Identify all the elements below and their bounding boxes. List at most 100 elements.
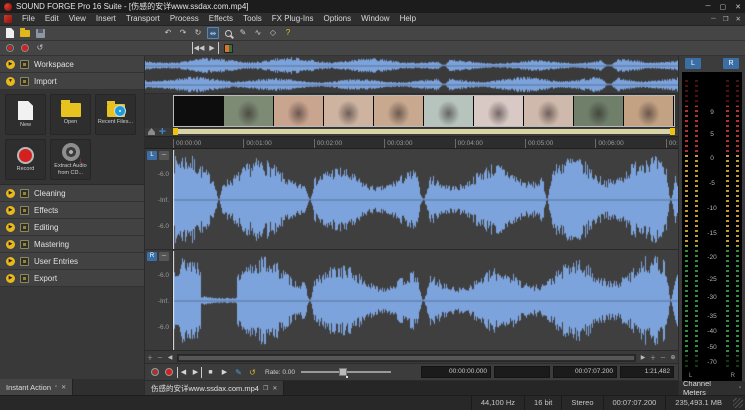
instant-action-tab[interactable]: Instant Action ▫ ✕ (0, 379, 73, 395)
minimize-icon[interactable]: ─ (706, 3, 711, 11)
restore-icon[interactable]: ❐ (263, 385, 268, 392)
redo-button[interactable]: ↷ (177, 27, 189, 39)
loop-region-bar[interactable] (173, 129, 675, 134)
record-button[interactable] (19, 42, 31, 54)
menu-item-process[interactable]: Process (165, 13, 204, 25)
document-tab[interactable]: 伤感的安详www.ssdax.com.mp4 ❐ ✕ (145, 381, 284, 395)
total-length-field[interactable]: 00:07:07.200 (553, 366, 617, 378)
rate-slider-handle[interactable] (339, 368, 347, 376)
envelope-tool-button[interactable]: ∿ (252, 27, 264, 39)
record-button[interactable] (163, 367, 174, 378)
stop-button[interactable]: ■ (205, 367, 216, 378)
go-to-start-button[interactable]: ◀◀ (192, 42, 204, 54)
zoom-out-icon[interactable]: ＋ (145, 353, 155, 363)
rate-slider[interactable] (301, 367, 391, 377)
import-recent-files-button[interactable]: Recent Files... (95, 94, 136, 135)
sidebar-section-workspace[interactable]: ▶ Workspace (0, 56, 144, 73)
close-icon[interactable]: ✕ (735, 3, 741, 11)
video-frame[interactable] (524, 96, 574, 126)
meter-r-button[interactable]: R (723, 58, 739, 69)
menu-item-edit[interactable]: Edit (40, 13, 64, 25)
sidebar-section-effects[interactable]: ▶ Effects (0, 202, 144, 219)
record-remote-button[interactable] (149, 367, 160, 378)
menu-item-options[interactable]: Options (319, 13, 357, 25)
edit-tool-button[interactable]: ⇹ (207, 27, 219, 39)
audio-overview-strip[interactable] (145, 56, 678, 94)
repeat-button[interactable]: ↻ (192, 27, 204, 39)
overview-waveform-canvas[interactable] (145, 56, 678, 94)
menu-item-help[interactable]: Help (395, 13, 421, 25)
scroll-left-icon[interactable]: ◀ (165, 353, 175, 363)
mixer-button[interactable] (222, 42, 234, 54)
minimize-channel-icon[interactable]: ─ (159, 252, 169, 261)
zoom-time-in-icon[interactable]: ＋ (648, 353, 658, 363)
video-frame[interactable] (474, 96, 524, 126)
lock-icon[interactable] (148, 128, 155, 135)
event-tool-button[interactable]: ◇ (267, 27, 279, 39)
menu-item-window[interactable]: Window (356, 13, 394, 25)
loop-playback-button[interactable]: ↺ (34, 42, 46, 54)
video-frame[interactable] (574, 96, 624, 126)
sidebar-section-import[interactable]: ▼ Import (0, 73, 144, 90)
pencil-tool-button[interactable]: ✎ (237, 27, 249, 39)
sidebar-section-export[interactable]: ▶ Export (0, 270, 144, 287)
menu-item-file[interactable]: File (17, 13, 40, 25)
magnify-tool-button[interactable] (222, 27, 234, 39)
scrollbar-track[interactable] (177, 354, 636, 362)
channel-r-button[interactable]: R (147, 252, 157, 261)
float-panel-icon[interactable]: ▫ (55, 384, 57, 390)
sample-count-field[interactable]: 1:21,482 (620, 366, 674, 378)
import-new-button[interactable]: New (5, 94, 46, 135)
time-ruler[interactable]: 00:00:0000:01:0000:02:0000:03:0000:04:00… (145, 136, 678, 149)
channel-l-button[interactable]: L (147, 151, 157, 160)
video-frame[interactable] (624, 96, 674, 126)
open-button[interactable] (19, 27, 31, 39)
record-remote-button[interactable] (4, 42, 16, 54)
whats-this-button[interactable]: ? (282, 27, 294, 39)
new-file-button[interactable] (4, 27, 16, 39)
undo-button[interactable]: ↶ (162, 27, 174, 39)
doc-close-icon[interactable]: ✕ (736, 15, 741, 23)
save-button[interactable] (34, 27, 46, 39)
import-open-button[interactable]: Open (50, 94, 91, 135)
sidebar-section-user-entries[interactable]: ▶ User Entries (0, 253, 144, 270)
zoom-in-icon[interactable]: － (155, 353, 165, 363)
zoom-time-out-icon[interactable]: － (658, 353, 668, 363)
minimize-channel-icon[interactable]: ─ (159, 151, 169, 160)
close-icon[interactable]: ✕ (61, 384, 66, 391)
menu-item-view[interactable]: View (64, 13, 91, 25)
right-waveform-canvas[interactable] (173, 251, 678, 350)
cursor-time-field[interactable]: 00:00:00.000 (421, 366, 491, 378)
go-to-end-button[interactable]: ▶ (191, 367, 202, 378)
marker-pen-icon[interactable]: ✎ (233, 367, 244, 378)
meter-l-button[interactable]: L (685, 58, 701, 69)
play-button[interactable]: ▶ (219, 367, 230, 378)
float-panel-icon[interactable]: ▫ (739, 385, 741, 391)
video-frame[interactable] (174, 96, 224, 126)
selection-time-field[interactable] (494, 366, 550, 378)
menu-item-fx-plug-ins[interactable]: FX Plug-Ins (267, 13, 319, 25)
loop-icon[interactable]: ↺ (247, 367, 258, 378)
left-waveform-canvas[interactable] (173, 150, 678, 249)
snap-icon[interactable]: ✛ (159, 128, 167, 136)
resize-grip[interactable] (733, 398, 743, 408)
scrollbar-thumb[interactable] (179, 356, 634, 360)
doc-minimize-icon[interactable]: ─ (711, 15, 716, 23)
go-to-end-button[interactable]: ▶ (207, 42, 219, 54)
sidebar-section-cleaning[interactable]: ▶ Cleaning (0, 185, 144, 202)
menu-item-tools[interactable]: Tools (238, 13, 267, 25)
sidebar-section-editing[interactable]: ▶ Editing (0, 219, 144, 236)
go-to-start-button[interactable]: ◀ (177, 367, 188, 378)
video-frame[interactable] (274, 96, 324, 126)
scroll-right-icon[interactable]: ▶ (638, 353, 648, 363)
channel-meters-tab[interactable]: Channel Meters ▫ (679, 381, 745, 395)
meter-display[interactable]: 950-5-10-15-20-25-30-35-40-50-70 L R (682, 72, 742, 381)
maximize-icon[interactable]: ▢ (720, 3, 727, 11)
extract-audio-cd-button[interactable]: Extract Audio from CD... (50, 139, 91, 180)
video-frame[interactable] (224, 96, 274, 126)
video-frame[interactable] (424, 96, 474, 126)
import-record-button[interactable]: Record (5, 139, 46, 180)
menu-item-transport[interactable]: Transport (121, 13, 165, 25)
menu-item-insert[interactable]: Insert (91, 13, 121, 25)
sidebar-section-mastering[interactable]: ▶ Mastering (0, 236, 144, 253)
